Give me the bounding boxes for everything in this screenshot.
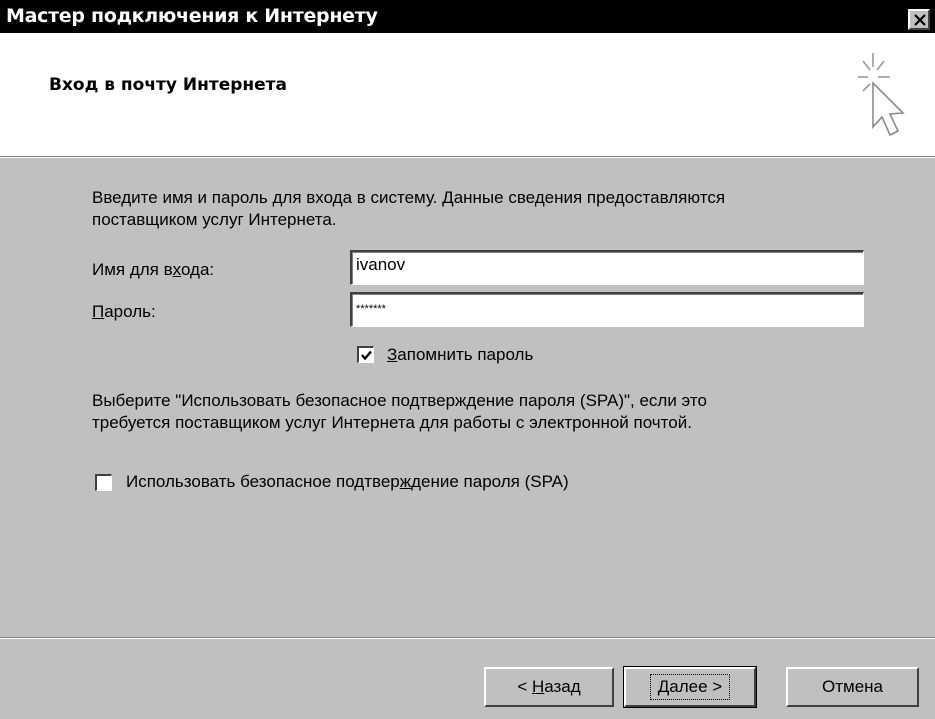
password-input[interactable]: *******	[350, 292, 864, 327]
password-label: Пароль:	[92, 302, 156, 321]
username-label: Имя для входа:	[92, 260, 215, 279]
username-input[interactable]: ivanov	[350, 250, 864, 285]
spa-note-line1: Выберите "Использовать безопасное подтве…	[92, 391, 707, 410]
title-bar[interactable]: Мастер подключения к Интернету	[0, 0, 935, 33]
remember-password-checkbox[interactable]	[357, 346, 374, 363]
next-button-focus: Далее >	[649, 674, 731, 700]
back-button[interactable]: < Назад	[484, 667, 614, 707]
page-title: Вход в почту Интернета	[49, 75, 287, 95]
spa-checkbox[interactable]	[95, 474, 112, 491]
window-title: Мастер подключения к Интернету	[6, 5, 378, 27]
next-button[interactable]: Далее >	[623, 666, 757, 708]
checkmark-icon	[361, 350, 372, 361]
remember-password-label[interactable]: Запомнить пароль	[387, 344, 533, 365]
intro-text-line1: Введите имя и пароль для входа в систему…	[92, 188, 726, 207]
close-icon	[914, 14, 926, 26]
footer-separator-highlight	[0, 638, 935, 639]
header-separator-highlight	[0, 157, 935, 158]
wizard-header: Вход в почту Интернета	[0, 33, 935, 156]
spa-note-line2: требуется поставщиком услуг Интернета дл…	[92, 413, 692, 432]
close-button[interactable]	[908, 9, 930, 30]
cancel-button[interactable]: Отмена	[786, 667, 919, 707]
intro-text-line2: поставщиком услуг Интернета.	[92, 210, 337, 229]
cursor-sparkle-icon	[858, 53, 905, 137]
spa-label[interactable]: Использовать безопасное подтверждение па…	[126, 471, 569, 492]
wizard-window: Мастер подключения к Интернету Вход в по…	[0, 0, 935, 719]
